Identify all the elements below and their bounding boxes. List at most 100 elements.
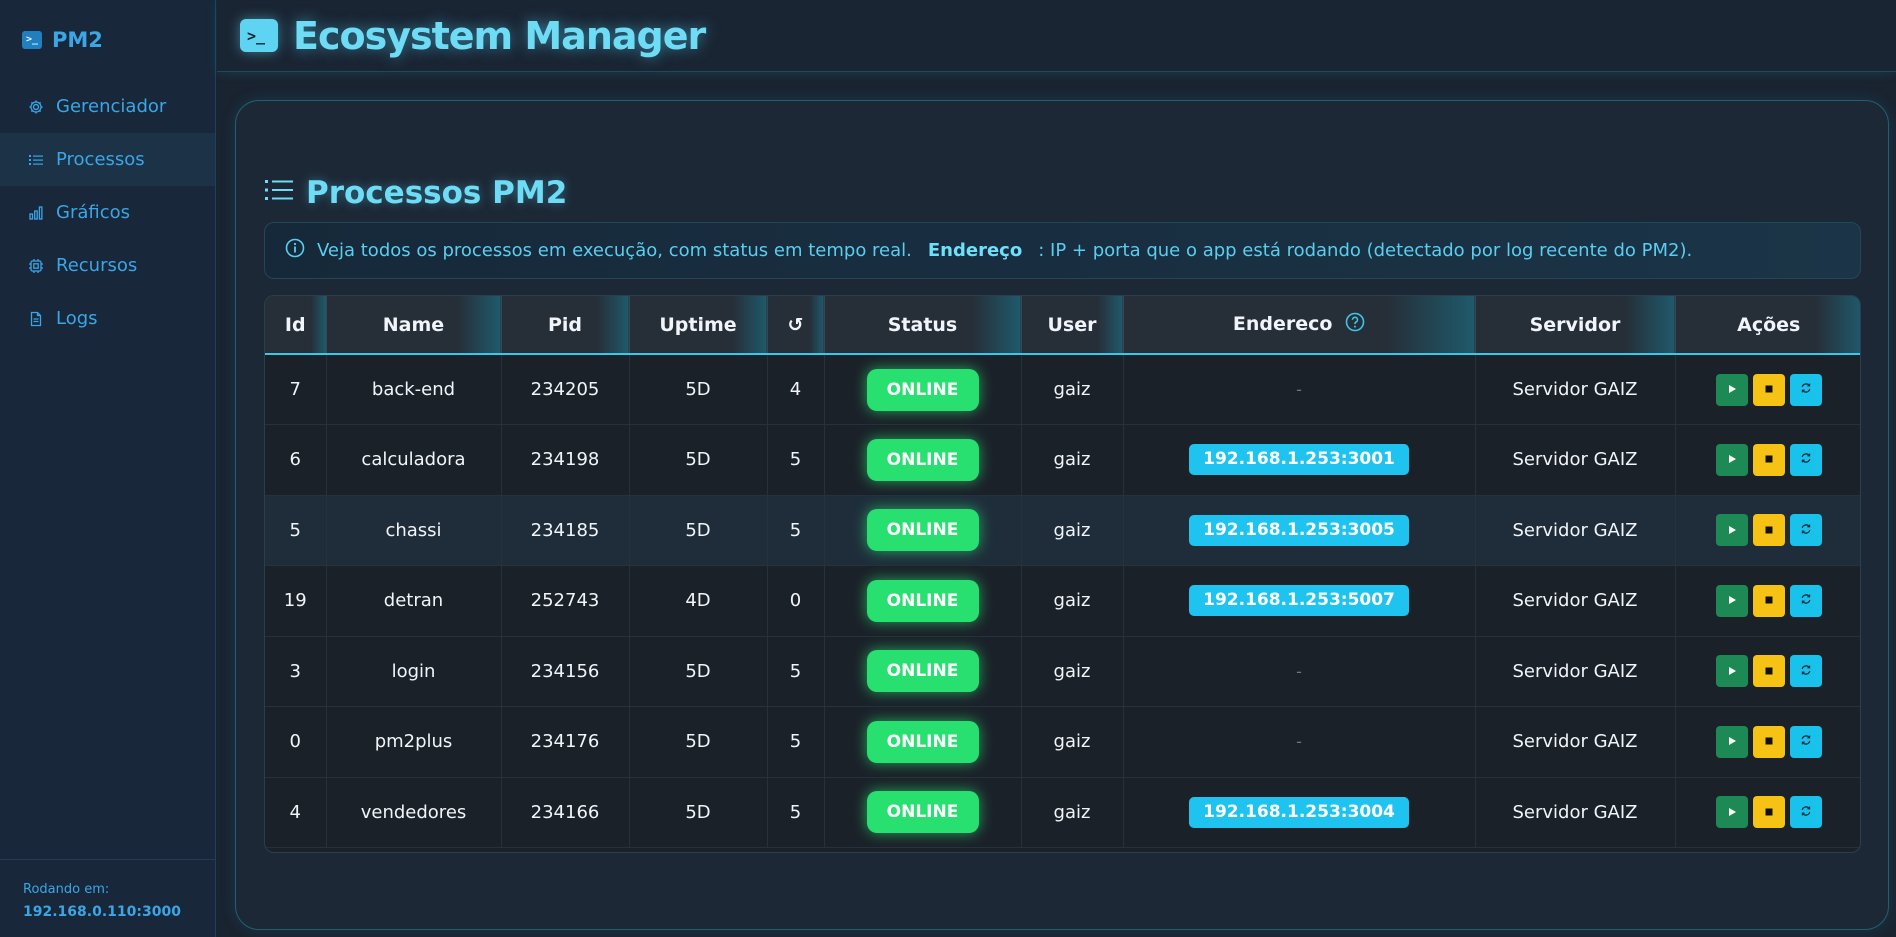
stop-button[interactable]	[1752, 443, 1785, 476]
stop-icon	[1764, 734, 1774, 749]
cell-name: detran	[326, 565, 502, 636]
play-icon	[1727, 805, 1737, 820]
cell-actions	[1675, 354, 1861, 425]
cell-status: ONLINE	[824, 565, 1022, 636]
address-pill[interactable]: 192.168.1.253:3001	[1189, 444, 1409, 476]
play-icon	[1727, 382, 1737, 397]
cell-name: vendedores	[326, 777, 502, 848]
main-panel: Processos PM2 Veja todos os processos em…	[235, 100, 1889, 930]
start-button[interactable]	[1715, 373, 1748, 406]
cell-user: gaiz	[1021, 424, 1124, 495]
cell-server: Servidor GAIZ	[1475, 565, 1676, 636]
cell-restarts: 5	[767, 636, 825, 707]
restart-icon	[1800, 664, 1812, 679]
help-icon[interactable]	[1345, 312, 1365, 337]
cell-name: back-end	[326, 354, 502, 425]
cell-actions	[1675, 425, 1861, 496]
play-icon	[1727, 734, 1737, 749]
brand-label: PM2	[52, 28, 103, 52]
stop-icon	[1764, 523, 1774, 538]
start-button[interactable]	[1715, 514, 1748, 547]
stop-button[interactable]	[1752, 373, 1785, 406]
action-group	[1676, 796, 1861, 829]
restart-button[interactable]	[1789, 373, 1822, 406]
cell-pid: 234198	[501, 424, 630, 495]
cell-address: 192.168.1.253:3001	[1123, 424, 1476, 495]
cell-status: ONLINE	[824, 706, 1022, 777]
col-uptime[interactable]: Uptime	[629, 296, 768, 354]
sidebar-item-recursos[interactable]: Recursos	[0, 239, 215, 292]
brand[interactable]: >_ PM2	[0, 0, 215, 80]
running-on-address: 192.168.0.110:3000	[23, 904, 181, 920]
address-pill[interactable]: 192.168.1.253:5007	[1189, 585, 1409, 617]
restart-button[interactable]	[1789, 584, 1822, 617]
cell-server: Servidor GAIZ	[1475, 636, 1676, 707]
col-pid[interactable]: Pid	[501, 296, 630, 354]
restart-button[interactable]	[1789, 655, 1822, 688]
cell-status: ONLINE	[824, 777, 1022, 848]
cell-actions	[1675, 566, 1860, 637]
list-icon	[264, 175, 294, 211]
action-group	[1676, 373, 1861, 406]
restart-button[interactable]	[1789, 725, 1822, 758]
status-badge: ONLINE	[866, 368, 979, 411]
restart-icon	[1800, 382, 1812, 397]
start-button[interactable]	[1715, 655, 1748, 688]
address-pill[interactable]: 192.168.1.253:3004	[1189, 796, 1409, 828]
play-icon	[1727, 593, 1737, 608]
stop-button[interactable]	[1752, 796, 1785, 829]
col-address[interactable]: Endereco	[1123, 296, 1476, 354]
cell-id: 4	[265, 777, 327, 848]
terminal-icon: >_	[22, 31, 42, 49]
cell-id: 5	[265, 495, 327, 566]
section-title: Processos PM2	[264, 175, 567, 211]
col-actions: Ações	[1675, 296, 1860, 354]
restart-button[interactable]	[1789, 443, 1822, 476]
sidebar-item-processos[interactable]: Processos	[0, 133, 215, 186]
cell-pid: 234166	[501, 777, 630, 848]
restart-icon	[1800, 523, 1812, 538]
col-id[interactable]: Id	[265, 296, 327, 354]
sidebar-item-label: Recursos	[56, 255, 138, 276]
cell-address: 192.168.1.253:3005	[1123, 495, 1476, 566]
stop-button[interactable]	[1752, 725, 1785, 758]
col-server[interactable]: Servidor	[1475, 296, 1676, 354]
table-row: 3 login 234156 5D 5 ONLINE gaiz - Servid…	[265, 636, 1860, 707]
process-table: Id Name Pid Uptime ↺ Status User Enderec…	[264, 295, 1861, 853]
stop-button[interactable]	[1752, 584, 1785, 617]
cell-server: Servidor GAIZ	[1475, 495, 1676, 566]
sidebar-item-logs[interactable]: Logs	[0, 292, 215, 345]
address-pill[interactable]: 192.168.1.253:3005	[1189, 514, 1409, 546]
cell-address: -	[1123, 354, 1476, 425]
page-title: Ecosystem Manager	[293, 13, 706, 58]
col-user[interactable]: User	[1021, 296, 1124, 354]
sidebar-item-gerenciador[interactable]: Gerenciador	[0, 80, 215, 133]
start-button[interactable]	[1715, 725, 1748, 758]
running-on-label: Rodando em:	[23, 882, 110, 897]
table-row: 6 calculadora 234198 5D 5 ONLINE gaiz 19…	[265, 424, 1861, 496]
col-address-label: Endereco	[1232, 313, 1333, 335]
list-icon	[28, 152, 44, 168]
sidebar-item-graficos[interactable]: Gráficos	[0, 186, 215, 239]
restart-button[interactable]	[1789, 796, 1822, 829]
stop-button[interactable]	[1752, 514, 1785, 547]
cell-status: ONLINE	[824, 495, 1022, 566]
col-restarts[interactable]: ↺	[767, 296, 825, 354]
gear-icon	[28, 99, 44, 115]
stop-icon	[1764, 593, 1774, 608]
start-button[interactable]	[1715, 584, 1748, 617]
stop-button[interactable]	[1752, 655, 1785, 688]
col-status[interactable]: Status	[824, 296, 1022, 354]
col-name[interactable]: Name	[326, 296, 502, 354]
start-button[interactable]	[1715, 443, 1748, 476]
restart-icon	[1800, 452, 1812, 467]
cell-user: gaiz	[1021, 495, 1124, 566]
cell-server: Servidor GAIZ	[1475, 706, 1676, 777]
start-button[interactable]	[1715, 796, 1748, 829]
sidebar-nav: Gerenciador Processos Gráficos Recursos …	[0, 80, 215, 345]
action-group	[1676, 443, 1861, 476]
sidebar-item-label: Gerenciador	[56, 96, 167, 117]
restart-button[interactable]	[1789, 514, 1822, 547]
stop-icon	[1764, 382, 1774, 397]
cell-address: -	[1123, 636, 1476, 707]
